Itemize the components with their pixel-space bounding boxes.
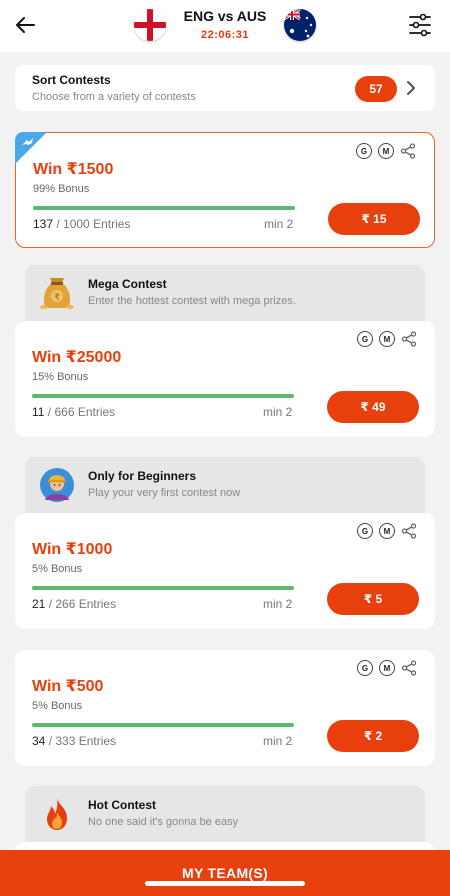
card-tags: G M [356,143,416,159]
contest-count-badge: 57 [355,76,397,102]
bonus-text: 5% Bonus [32,700,83,712]
home-indicator [145,881,305,886]
match-countdown: 22:06:31 [200,29,250,41]
entries-progress-bar [32,586,294,590]
contest-card[interactable]: G M Win ₹500 5% Bonus 34 / 333 Entries m… [15,650,435,766]
card-tags: G M [357,523,417,539]
multi-entry-badge: M [378,143,394,159]
prize-amount: Win ₹25000 [32,349,122,366]
section-hot-contest: Hot Contest No one said it's gonna be ea… [25,786,425,846]
guaranteed-badge: G [356,143,372,159]
entry-fee-button[interactable]: ₹ 5 [327,583,419,615]
contest-card[interactable]: G M Win ₹1000 5% Bonus 21 / 266 Entries … [15,513,435,629]
contest-card[interactable]: G M Win ₹25000 15% Bonus 11 / 666 Entrie… [15,321,435,437]
guaranteed-badge: G [357,331,373,347]
money-bag-icon: ₹ [40,278,74,309]
card-tags: G M [357,331,417,347]
entries-count: 34 / 333 Entries [32,734,117,748]
min-teams: min 2 [263,405,293,419]
beginner-avatar-icon [40,468,74,502]
share-icon[interactable] [401,331,417,347]
guaranteed-badge: G [357,523,373,539]
bonus-text: 15% Bonus [32,371,89,383]
entries-progress-bar [33,206,295,210]
share-icon[interactable] [401,660,417,676]
min-teams: min 2 [263,734,293,748]
entries-count: 137 / 1000 Entries [33,217,131,231]
entry-fee-button[interactable]: ₹ 2 [327,720,419,752]
entry-fee-button[interactable]: ₹ 15 [328,203,420,235]
min-teams: min 2 [264,217,294,231]
contest-card[interactable]: G M Win ₹1500 99% Bonus 137 / 1000 Entri… [15,132,435,248]
entry-fee-button[interactable]: ₹ 49 [327,391,419,423]
section-title: Only for Beginners [88,469,197,483]
multi-entry-badge: M [379,331,395,347]
sort-contests-title: Sort Contests [32,73,111,87]
card-tags: G M [357,660,417,676]
entries-count: 21 / 266 Entries [32,597,117,611]
filter-sliders-icon[interactable] [408,12,432,38]
multi-entry-badge: M [379,523,395,539]
chevron-right-icon[interactable] [405,80,417,96]
prize-amount: Win ₹1000 [32,541,113,558]
bonus-text: 99% Bonus [33,183,90,195]
section-beginners: Only for Beginners Play your very first … [25,457,425,517]
prize-amount: Win ₹1500 [33,161,114,178]
prize-amount: Win ₹500 [32,678,104,695]
sort-contests-bar[interactable]: Sort Contests Choose from a variety of c… [15,65,435,111]
section-title: Mega Contest [88,277,167,291]
top-header: ENG vs AUS 22:06:31 [0,0,450,52]
section-title: Hot Contest [88,798,156,812]
sort-contests-subtitle: Choose from a variety of contests [32,91,196,103]
entries-progress-bar [32,394,294,398]
my-teams-button[interactable]: MY TEAM(S) [0,850,450,896]
australia-flag-icon [284,9,316,41]
section-subtitle: Enter the hottest contest with mega priz… [88,295,296,307]
share-icon[interactable] [400,143,416,159]
min-teams: min 2 [263,597,293,611]
multi-entry-badge: M [379,660,395,676]
entries-progress-bar [32,723,294,727]
share-icon[interactable] [401,523,417,539]
section-mega-contest: ₹ Mega Contest Enter the hottest contest… [25,265,425,325]
fire-icon [47,798,67,830]
section-subtitle: Play your very first contest now [88,487,241,499]
section-subtitle: No one said it's gonna be easy [88,816,239,828]
guaranteed-badge: G [357,660,373,676]
bonus-text: 5% Bonus [32,563,83,575]
svg-text:₹: ₹ [54,293,60,303]
entries-count: 11 / 666 Entries [32,405,116,419]
match-title: ENG vs AUS [183,8,267,24]
